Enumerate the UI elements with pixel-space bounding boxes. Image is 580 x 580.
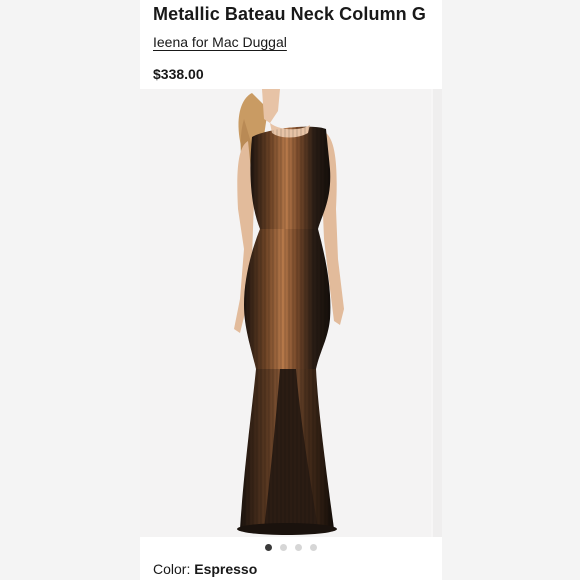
color-selection: Color: Espresso [153,561,257,577]
next-image-peek[interactable] [433,89,442,537]
gown-illustration [234,89,344,535]
brand-link[interactable]: Ieena for Mac Duggal [153,34,287,50]
carousel-dot-1[interactable] [265,544,272,551]
carousel-dots [140,544,442,554]
carousel-dot-2[interactable] [280,544,287,551]
product-title: Metallic Bateau Neck Column G [153,4,426,24]
page: Metallic Bateau Neck Column G Ieena for … [0,0,580,580]
color-value: Espresso [194,561,258,577]
image-gallery[interactable] [140,89,442,537]
carousel-dot-4[interactable] [310,544,317,551]
product-card: Metallic Bateau Neck Column G Ieena for … [140,0,442,580]
product-price: $338.00 [153,66,204,82]
product-image[interactable] [140,89,431,537]
color-label: Color: [153,561,195,577]
carousel-dot-3[interactable] [295,544,302,551]
